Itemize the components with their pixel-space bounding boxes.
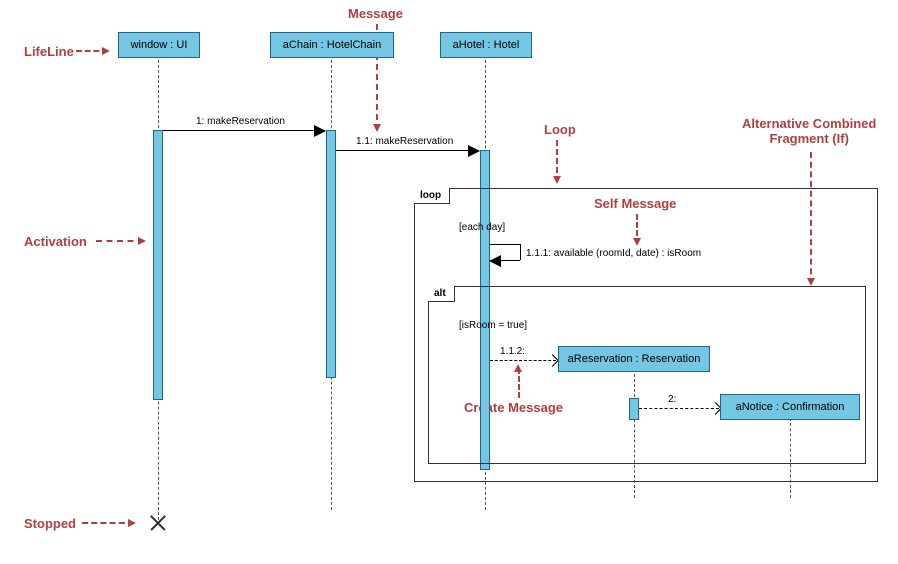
message-1-1-label: 1.1: makeReservation [356,136,453,147]
message-1-label: 1: makeReservation [196,116,285,127]
message-1-1-2 [490,360,556,361]
stop-marker [150,514,166,530]
annotation-arrow [82,522,134,524]
annotation-message: Message [348,6,403,21]
annotation-stopped: Stopped [24,516,76,531]
message-1-1-1-label: 1.1.1: available (roomId, date) : isRoom [526,248,701,259]
message-2-label: 2: [668,394,676,405]
lifeline-notice: aNotice : Confirmation [720,394,860,420]
message-2 [639,408,719,409]
message-1-1 [336,150,479,151]
lifeline-chain: aChain : HotelChain [270,32,394,58]
annotation-arrow [76,50,108,52]
lifeline-reservation: aReservation : Reservation [558,346,710,372]
lifeline-window: window : UI [118,32,200,58]
fragment-loop-guard: [each day] [459,222,505,233]
lifeline-hotel: aHotel : Hotel [440,32,532,58]
fragment-alt-label: alt [428,286,455,302]
activation-window [153,130,163,400]
fragment-alt: alt [428,286,866,464]
annotation-activation: Activation [24,234,87,249]
fragment-loop-label: loop [414,188,450,204]
message-1 [163,130,325,131]
annotation-arrow [556,140,558,182]
message-1-1-2-label: 1.1.2: [500,346,525,357]
fragment-alt-guard: [isRoom = true] [459,320,527,331]
annotation-loop: Loop [544,122,576,137]
annotation-arrow [96,240,144,242]
annotation-lifeline: LifeLine [24,44,74,59]
annotation-alt-fragment: Alternative Combined Fragment (If) [742,116,876,146]
activation-chain [326,130,336,378]
